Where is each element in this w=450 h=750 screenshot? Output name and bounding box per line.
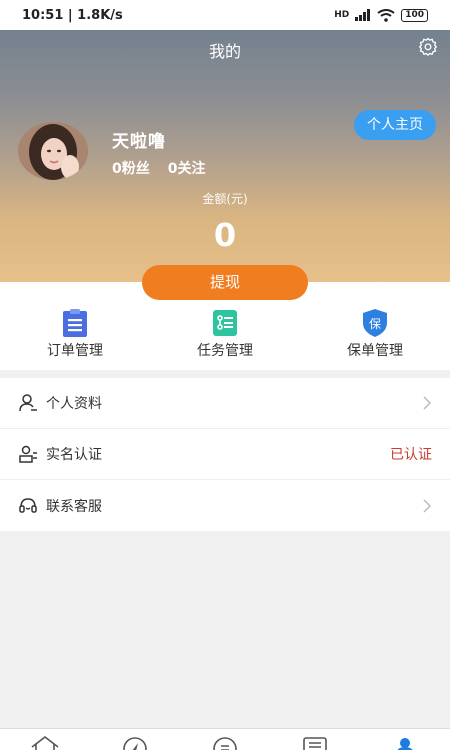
- list-icon: [303, 737, 327, 750]
- balance-label: 金额(元): [202, 192, 248, 206]
- network-label: HD: [334, 10, 350, 20]
- user-stats: 0粉丝 0关注: [112, 158, 206, 178]
- menu-item-real-name-verification[interactable]: 实名认证 已认证: [0, 429, 450, 480]
- quick-action-label: 任务管理: [197, 343, 253, 359]
- policy-management-button[interactable]: 保 保单管理: [300, 282, 450, 370]
- user-icon: [19, 394, 37, 412]
- quick-action-label: 订单管理: [47, 343, 103, 359]
- wifi-icon: [377, 8, 395, 22]
- compass-icon: [123, 737, 147, 750]
- withdraw-button[interactable]: 提现: [142, 265, 308, 300]
- clipboard-icon: [63, 309, 87, 337]
- menu-item-customer-service[interactable]: 联系客服: [0, 480, 450, 531]
- shield-icon-text: 保: [369, 317, 381, 331]
- avatar[interactable]: [18, 122, 88, 180]
- menu-item-label: 联系客服: [46, 498, 102, 515]
- verified-status: 已认证: [390, 447, 432, 463]
- chevron-right-icon: [423, 396, 432, 410]
- user-name: 天啦噜: [112, 132, 166, 152]
- page-title: 我的: [208, 42, 241, 61]
- headset-icon: [19, 497, 37, 513]
- battery-icon: 100: [401, 8, 428, 22]
- profile-home-button[interactable]: 个人主页: [354, 110, 436, 140]
- home-icon: [31, 735, 59, 750]
- following-count[interactable]: 0关注: [168, 158, 206, 178]
- status-bar: 10:51 | 1.8K/s HD 100: [0, 0, 450, 30]
- status-icons: HD 100: [334, 8, 428, 22]
- settings-gear-icon[interactable]: [418, 36, 438, 56]
- profile-header: 我的 天啦噜 0粉丝 0关注 个人主页 金额(元) 0: [0, 30, 450, 282]
- order-management-button[interactable]: 订单管理: [0, 282, 150, 370]
- message-icon: [213, 737, 237, 750]
- settings-menu: 个人资料 实名认证 已认证 联系客服: [0, 378, 450, 531]
- signal-icon: [355, 9, 371, 21]
- menu-item-personal-info[interactable]: 个人资料: [0, 378, 450, 429]
- tab-discover[interactable]: [120, 729, 150, 750]
- shield-insurance-icon: 保: [363, 309, 387, 337]
- menu-item-label: 个人资料: [46, 396, 102, 412]
- chevron-right-icon: [423, 498, 432, 513]
- balance-value: 0: [213, 216, 237, 254]
- tab-list[interactable]: [300, 729, 330, 750]
- id-verify-icon: [19, 445, 37, 463]
- tab-home[interactable]: [30, 729, 60, 750]
- quick-action-label: 保单管理: [347, 343, 403, 359]
- profile-icon: [397, 738, 413, 750]
- task-list-icon: [213, 310, 237, 336]
- fans-count[interactable]: 0粉丝: [112, 158, 150, 178]
- status-time: 10:51 | 1.8K/s: [22, 7, 123, 23]
- tab-profile[interactable]: [390, 729, 420, 750]
- bottom-tab-bar: [0, 728, 450, 750]
- tab-messages[interactable]: [210, 729, 240, 750]
- menu-item-label: 实名认证: [46, 447, 102, 463]
